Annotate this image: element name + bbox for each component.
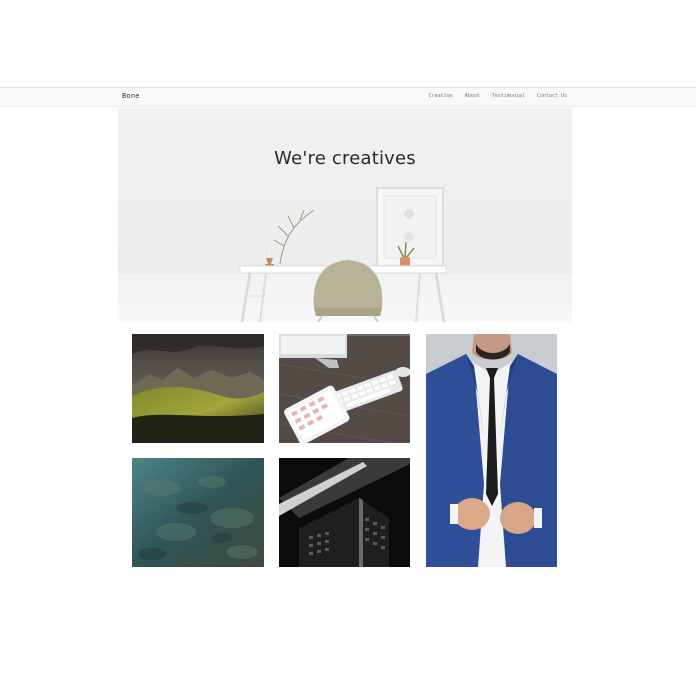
desk-keyboard-photo [279,334,410,443]
picture-frame [376,187,444,267]
nav-item-contact-us[interactable]: Contact Us [537,93,567,99]
brand-logo[interactable]: Bone [122,92,140,100]
mountain-landscape-photo [132,334,264,443]
hero-title: We're creatives [274,148,416,169]
desk-scene-illustration [239,187,447,322]
gallery-item-desk[interactable] [279,334,410,443]
gallery-item-building[interactable] [279,458,410,567]
dried-plant [273,209,315,265]
candle-holder [265,249,274,266]
nav-menu: Creative About Testimonial Contact Us [429,93,567,99]
gallery-item-mountains[interactable] [132,334,264,443]
skyscraper-photo [279,458,410,567]
nav-item-testimonial[interactable]: Testimonial [492,93,525,99]
nav-item-about[interactable]: About [465,93,480,99]
gallery-item-suit[interactable] [426,334,557,567]
man-in-suit-photo [426,334,557,567]
top-navbar: Bone Creative About Testimonial Contact … [0,87,696,107]
nav-item-creative[interactable]: Creative [429,93,453,99]
aerial-terrain-photo [132,458,264,567]
gallery-item-terrain[interactable] [132,458,264,567]
hero-banner: We're creatives [118,108,572,322]
